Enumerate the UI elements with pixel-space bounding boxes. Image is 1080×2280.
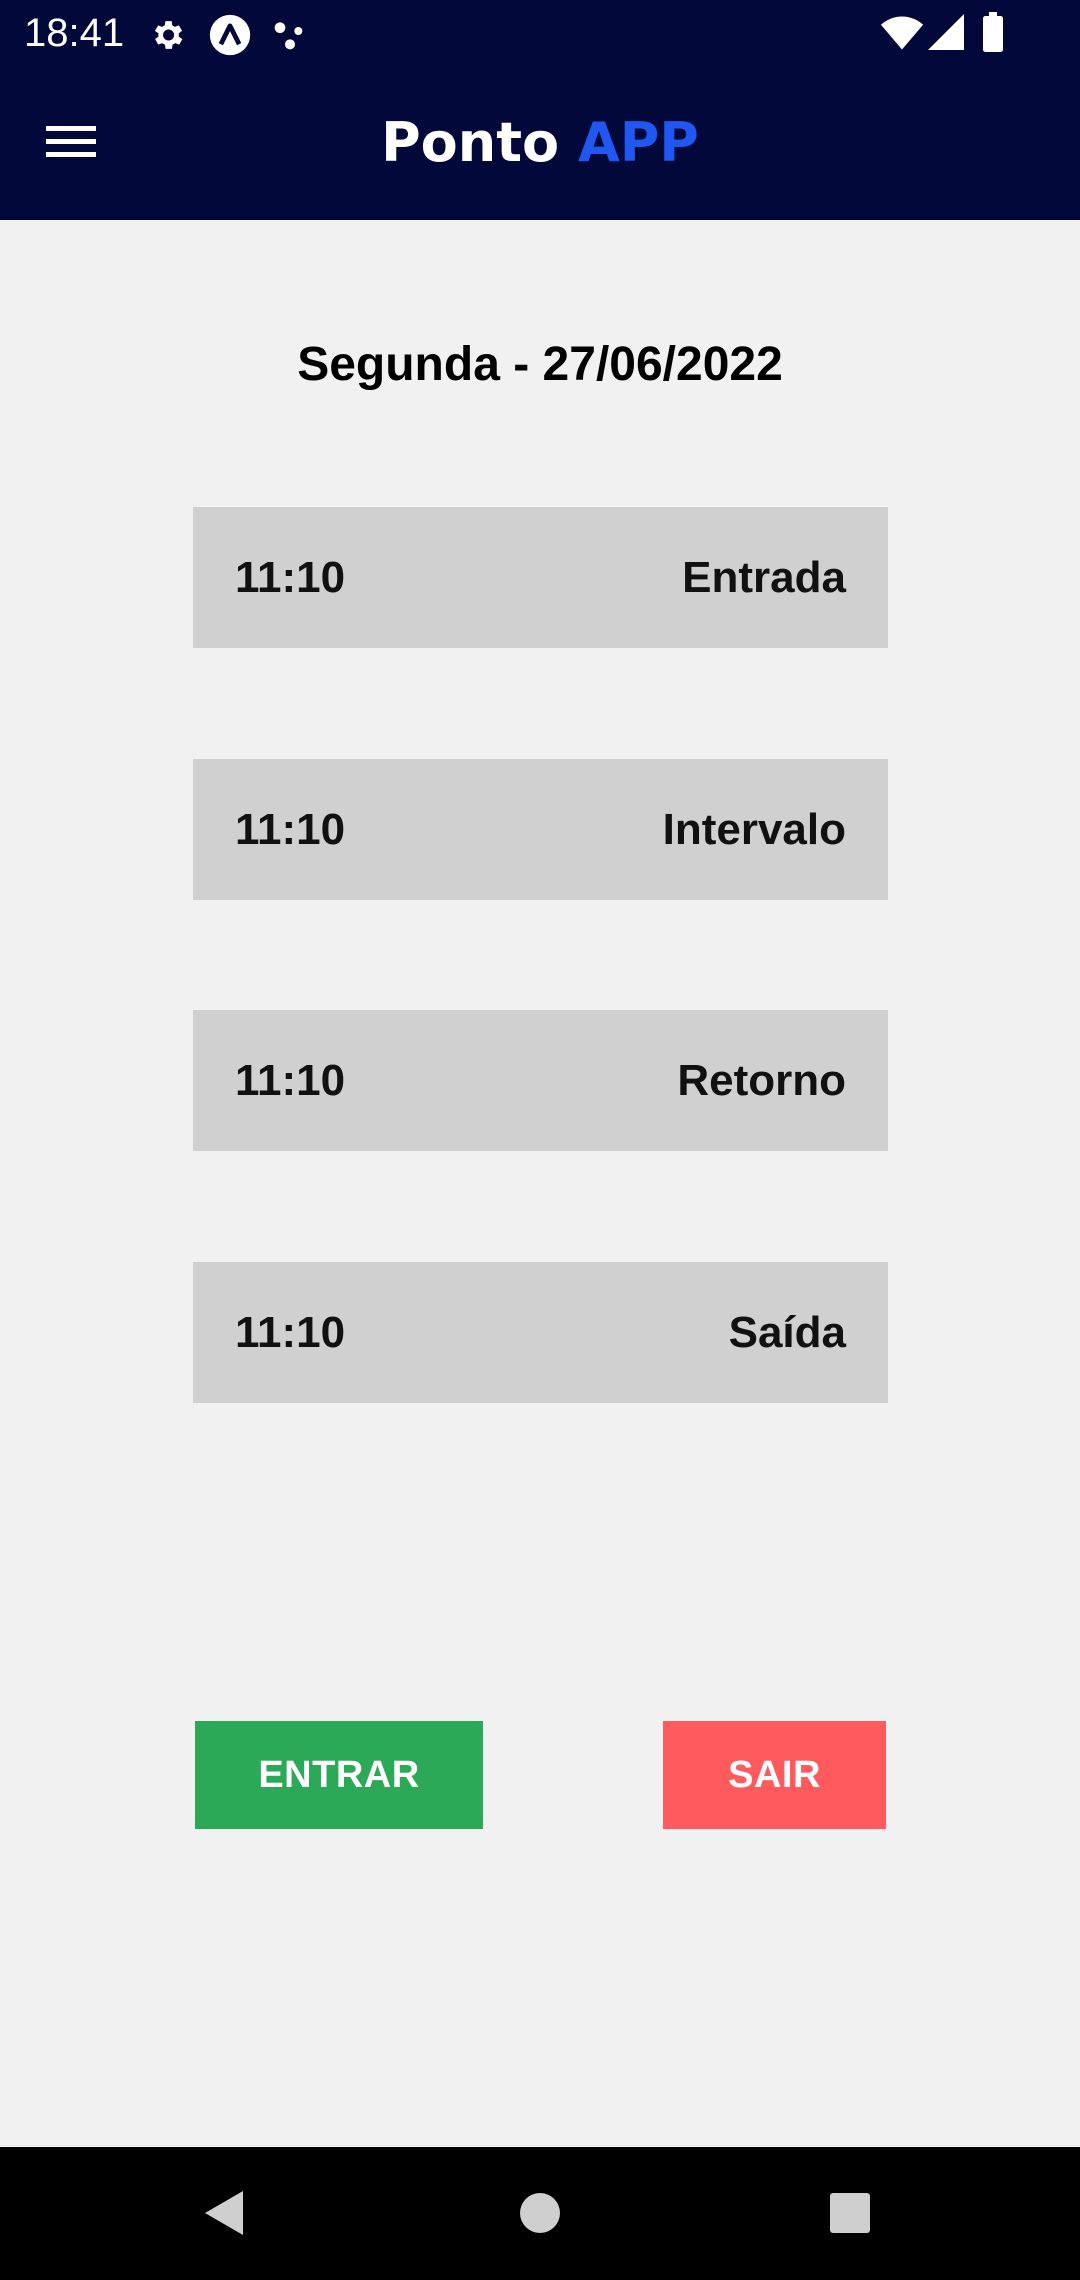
record-time: 11:10 — [235, 804, 346, 854]
record-entrada: 11:10 Entrada — [193, 507, 888, 648]
exit-button[interactable]: SAIR — [663, 1721, 886, 1829]
record-time: 11:10 — [235, 1307, 346, 1357]
signal-icon — [928, 14, 964, 50]
app-title: Ponto APP — [0, 108, 1080, 178]
record-time: 11:10 — [235, 552, 346, 602]
record-intervalo: 11:10 Intervalo — [193, 759, 888, 900]
recents-button[interactable] — [810, 2173, 890, 2253]
battery-icon — [983, 12, 1003, 52]
date-heading: Segunda - 27/06/2022 — [297, 338, 783, 391]
recents-icon — [830, 2193, 870, 2233]
record-time: 11:10 — [235, 1055, 346, 1105]
record-retorno: 11:10 Retorno — [193, 1010, 888, 1151]
status-time: 18:41 — [24, 11, 125, 55]
app-title-accent: APP — [577, 111, 699, 174]
navigation-bar — [0, 2147, 1080, 2280]
app-header: 18:41 Ponto APP — [0, 0, 1080, 220]
exit-button-label: SAIR — [728, 1753, 821, 1796]
app-title-main: Ponto — [381, 111, 560, 174]
home-button[interactable] — [500, 2173, 580, 2253]
back-icon — [205, 2191, 243, 2235]
record-label: Entrada — [682, 552, 846, 602]
gear-icon — [154, 21, 183, 49]
record-label: Retorno — [677, 1055, 846, 1105]
wifi-icon — [880, 16, 924, 50]
enter-button-label: ENTRAR — [258, 1753, 420, 1796]
record-label: Intervalo — [662, 804, 846, 854]
record-label: Saída — [728, 1307, 846, 1357]
back-button[interactable] — [185, 2173, 265, 2253]
app-logo-icon — [209, 14, 251, 56]
dots-icon — [274, 22, 303, 50]
record-saida: 11:10 Saída — [193, 1262, 888, 1403]
home-icon — [520, 2193, 560, 2233]
enter-button[interactable]: ENTRAR — [195, 1721, 483, 1829]
